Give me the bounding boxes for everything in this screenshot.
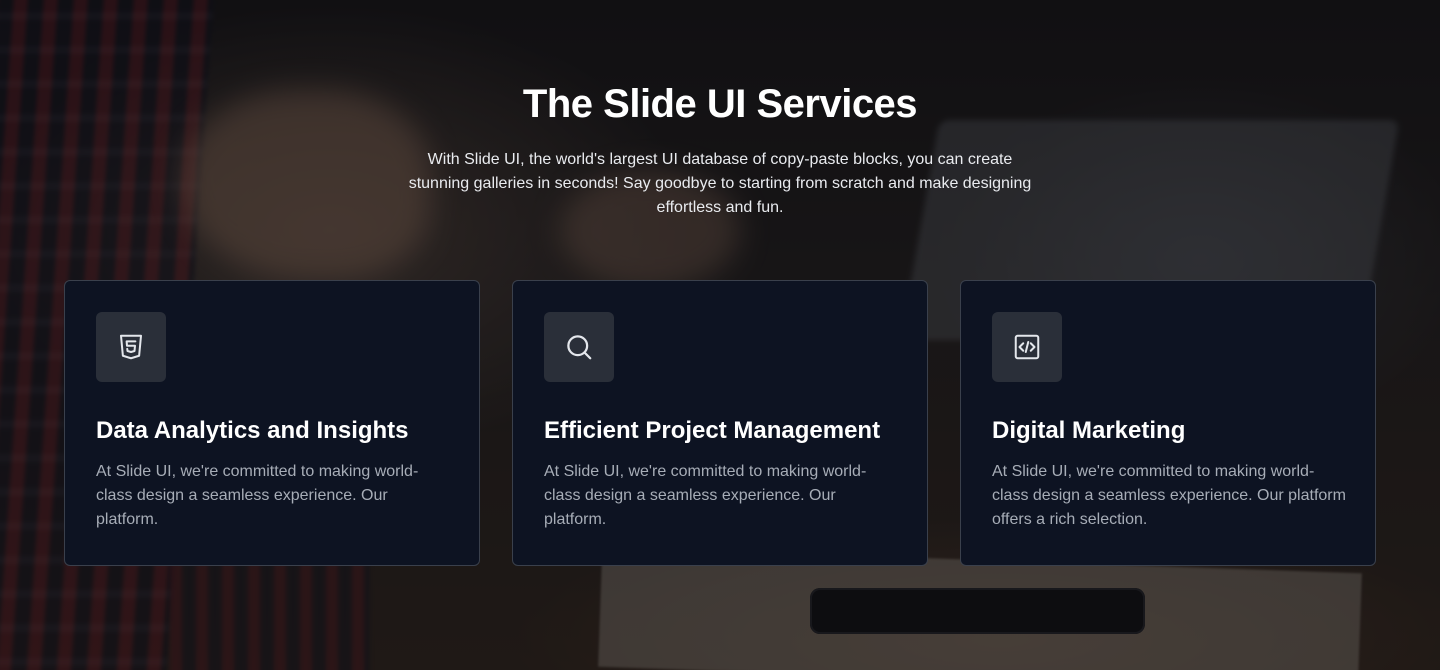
service-description: At Slide UI, we're committed to making w… bbox=[96, 463, 419, 528]
html5-icon bbox=[120, 334, 142, 360]
page-description: With Slide UI, the world's largest UI da… bbox=[408, 151, 1032, 216]
service-description: At Slide UI, we're committed to making w… bbox=[544, 463, 867, 528]
service-card-data-analytics[interactable]: Data Analytics and Insights At Slide UI,… bbox=[64, 280, 480, 566]
code-icon bbox=[1014, 334, 1040, 360]
service-icon-box bbox=[96, 312, 166, 382]
search-icon bbox=[567, 335, 592, 360]
service-description: At Slide UI, we're committed to making w… bbox=[992, 463, 1346, 528]
services-hero: The Slide UI Services With Slide UI, the… bbox=[0, 80, 1440, 220]
page-title: The Slide UI Services bbox=[522, 82, 918, 126]
service-card-project-management[interactable]: Efficient Project Management At Slide UI… bbox=[512, 280, 928, 566]
service-icon-box bbox=[992, 312, 1062, 382]
service-card-digital-marketing[interactable]: Digital Marketing At Slide UI, we're com… bbox=[960, 280, 1376, 566]
service-icon-box bbox=[544, 312, 614, 382]
service-cards: Data Analytics and Insights At Slide UI,… bbox=[64, 280, 1376, 566]
service-title: Digital Marketing bbox=[992, 417, 1186, 444]
service-title: Data Analytics and Insights bbox=[96, 417, 409, 444]
service-title: Efficient Project Management bbox=[544, 417, 881, 444]
